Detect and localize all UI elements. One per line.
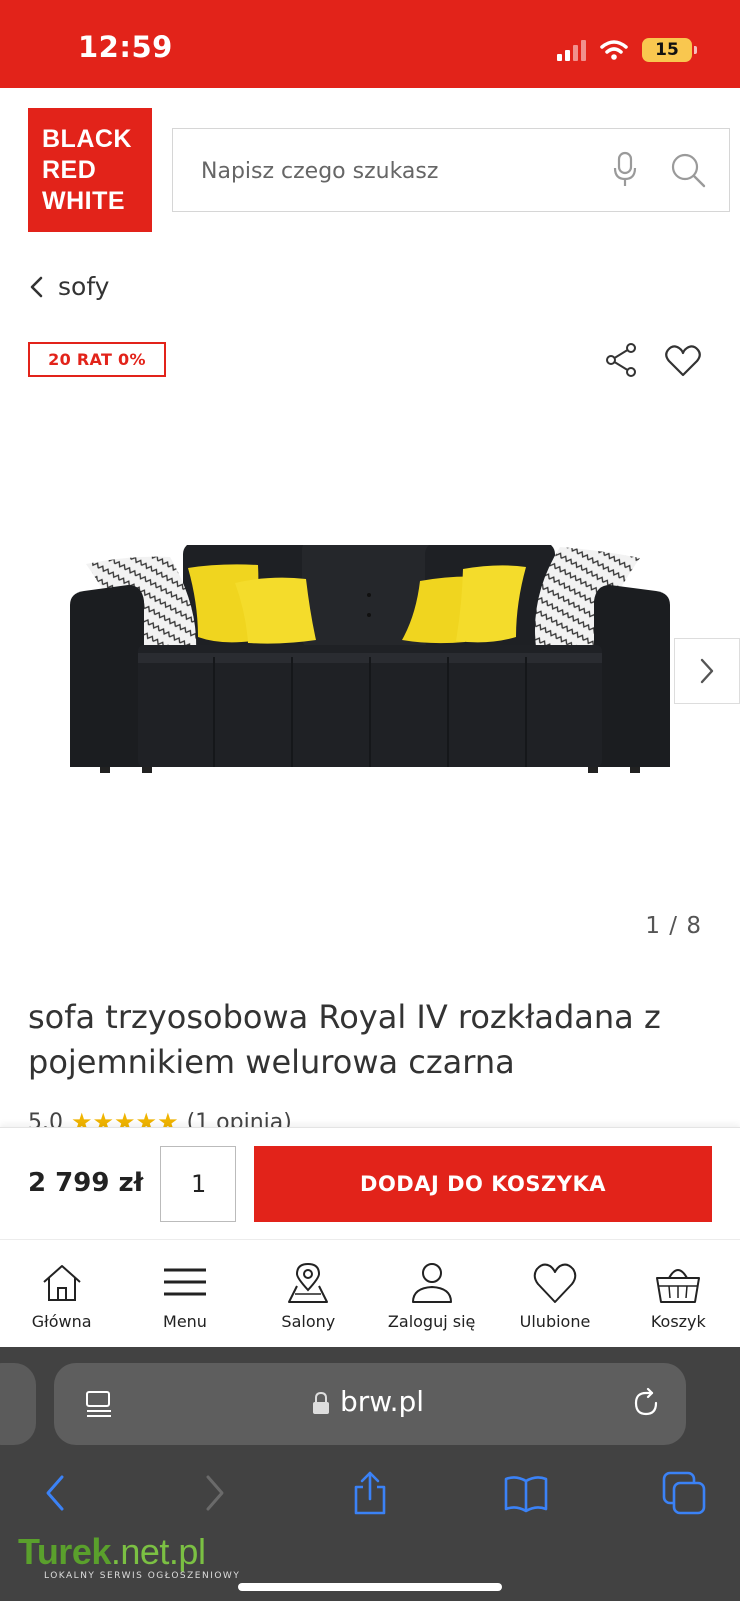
microphone-icon[interactable] — [611, 151, 639, 189]
page-menu-icon[interactable] — [84, 1389, 114, 1419]
menu-icon — [163, 1268, 206, 1296]
gallery-counter: 1 / 8 — [645, 913, 702, 939]
nav-label-cart: Koszyk — [650, 1312, 706, 1331]
basket-icon — [656, 1269, 701, 1303]
installment-badge: 20 RAT 0% — [28, 342, 166, 377]
lock-icon — [313, 1391, 329, 1414]
battery-level: 15 — [655, 40, 679, 60]
user-icon — [411, 1263, 452, 1303]
bottom-navigation: Główna Menu Salony Zaloguj się Ulubione — [0, 1239, 740, 1347]
logo-line-2: RED — [42, 155, 97, 184]
nav-label-favorites: Ulubione — [519, 1312, 591, 1331]
breadcrumb[interactable]: sofy — [28, 272, 109, 301]
home-icon — [42, 1265, 81, 1301]
watermark-main-1: Turek — [18, 1531, 111, 1572]
nav-item-login[interactable]: Zaloguj się — [370, 1240, 493, 1347]
status-time: 12:59 — [78, 30, 173, 64]
url-text: brw.pl — [340, 1385, 425, 1418]
product-title: sofa trzyosobowa Royal IV rozkładana z p… — [28, 998, 661, 1081]
logo-line-3: WHITE — [42, 186, 126, 215]
nav-item-cart[interactable]: Koszyk — [617, 1240, 740, 1347]
nav-item-favorites[interactable]: Ulubione — [493, 1240, 616, 1347]
heart-icon — [533, 1263, 577, 1303]
logo-line-1: BLACK — [42, 124, 132, 153]
back-icon[interactable] — [34, 1471, 78, 1515]
share-sheet-icon[interactable] — [348, 1471, 392, 1515]
url-bar[interactable]: brw.pl — [54, 1363, 686, 1445]
nav-item-stores[interactable]: Salony — [247, 1240, 370, 1347]
chevron-left-icon — [30, 276, 43, 297]
chevron-right-icon — [700, 658, 714, 684]
watermark-logo: Turek.net.pl LOKALNY SERWIS OGŁOSZENIOWY — [18, 1531, 240, 1581]
nav-label-home: Główna — [31, 1312, 92, 1331]
home-indicator[interactable] — [238, 1583, 502, 1591]
favorite-heart-icon[interactable] — [664, 344, 702, 378]
nav-label-menu: Menu — [163, 1312, 207, 1331]
add-to-cart-button[interactable]: DODAJ DO KOSZYKA — [254, 1146, 712, 1222]
search-icon[interactable] — [669, 151, 707, 189]
product-price: 2 799 zł — [28, 1168, 144, 1198]
browser-bar: brw.pl Turek.net.pl LOKALNY SERWIS OGŁOS… — [0, 1347, 740, 1601]
search-input[interactable] — [201, 153, 581, 189]
wifi-icon — [600, 40, 628, 60]
nav-item-menu[interactable]: Menu — [123, 1240, 246, 1347]
watermark-main-2: .net.pl — [110, 1531, 206, 1572]
status-bar: 12:59 15 — [0, 0, 740, 88]
gallery-next-button[interactable] — [674, 638, 740, 704]
forward-icon[interactable] — [192, 1471, 236, 1515]
product-image[interactable] — [70, 545, 670, 795]
share-icon[interactable] — [604, 342, 638, 378]
status-icons: 15 — [557, 36, 697, 64]
reload-icon[interactable] — [630, 1387, 662, 1419]
nav-label-stores: Salony — [281, 1312, 336, 1331]
breadcrumb-label: sofy — [58, 272, 110, 301]
tabs-icon[interactable] — [662, 1471, 706, 1515]
search-box — [172, 128, 730, 212]
map-pin-icon — [288, 1262, 329, 1303]
previous-tab[interactable] — [0, 1363, 36, 1445]
nav-item-home[interactable]: Główna — [0, 1240, 123, 1347]
signal-icon — [557, 39, 586, 61]
add-to-cart-bar: 2 799 zł DODAJ DO KOSZYKA — [0, 1127, 740, 1239]
quantity-input[interactable] — [160, 1146, 236, 1222]
brand-logo[interactable]: BLACK RED WHITE — [28, 108, 152, 232]
browser-toolbar — [0, 1463, 740, 1523]
bookmarks-icon[interactable] — [504, 1471, 548, 1515]
battery-icon: 15 — [642, 38, 697, 62]
nav-label-login: Zaloguj się — [387, 1312, 476, 1331]
watermark-subtitle: LOKALNY SERWIS OGŁOSZENIOWY — [44, 1571, 241, 1581]
